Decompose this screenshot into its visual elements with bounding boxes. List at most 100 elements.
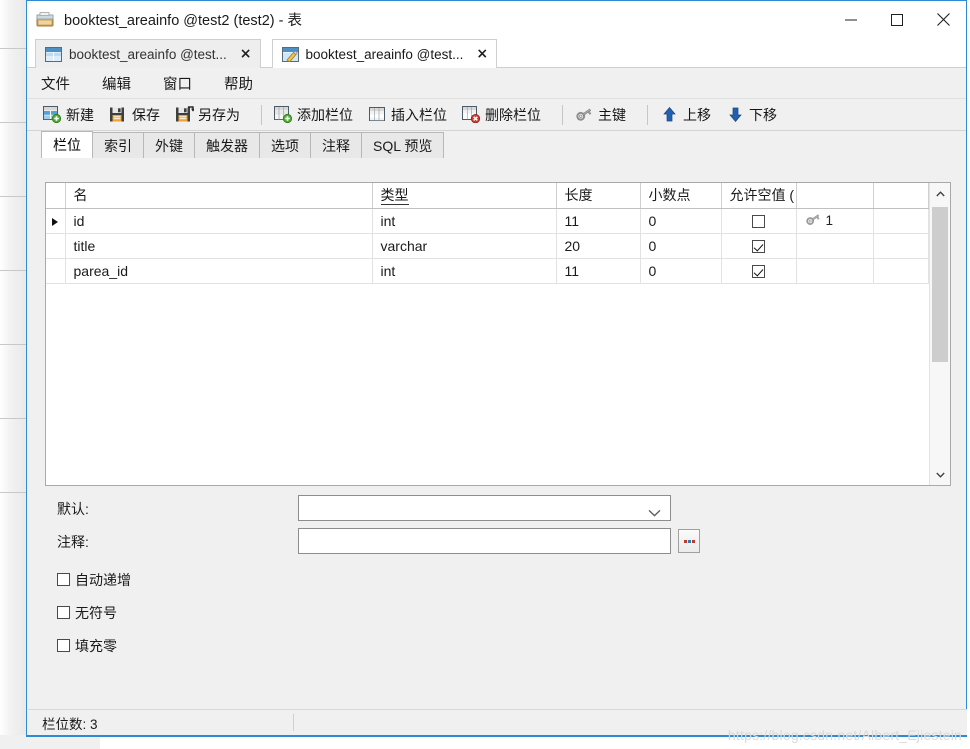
toolbar-label: 新建 xyxy=(66,106,94,123)
toolbar-move-down-button[interactable]: 下移 xyxy=(726,102,784,128)
cell-key[interactable] xyxy=(796,233,874,259)
menu-item-window[interactable]: 窗口 xyxy=(163,70,205,97)
row-selector[interactable] xyxy=(46,208,66,234)
table-design-icon xyxy=(281,46,299,62)
toolbar-label: 上移 xyxy=(683,106,711,123)
close-icon[interactable]: × xyxy=(476,47,488,61)
scroll-down-button[interactable] xyxy=(930,464,950,485)
toolbar-label: 删除栏位 xyxy=(485,106,541,123)
tab-options[interactable]: 选项 xyxy=(259,132,311,158)
unsigned-row[interactable]: 无符号 xyxy=(27,596,968,629)
grid-header-length[interactable]: 长度 xyxy=(556,183,641,209)
toolbar: 新建 保存 另存为 添加栏位 插入栏位 删除栏位 主键 上移 下移 xyxy=(27,99,966,131)
tab-indexes[interactable]: 索引 xyxy=(92,132,144,158)
tab-sql-preview[interactable]: SQL 预览 xyxy=(361,132,445,158)
toolbar-primary-key-button[interactable]: 主键 xyxy=(575,102,633,128)
minimize-button[interactable] xyxy=(828,1,874,38)
menu-item-file[interactable]: 文件 xyxy=(41,70,83,97)
toolbar-label: 主键 xyxy=(598,106,626,123)
toolbar-new-button[interactable]: 新建 xyxy=(43,102,101,128)
comment-input[interactable] xyxy=(298,528,671,554)
toolbar-save-button[interactable]: 保存 xyxy=(109,102,167,128)
close-button[interactable] xyxy=(920,1,966,38)
nullable-checkbox[interactable] xyxy=(752,265,765,279)
default-value-combobox[interactable] xyxy=(298,495,671,521)
toolbar-move-up-button[interactable]: 上移 xyxy=(660,102,718,128)
cell-name[interactable]: parea_id xyxy=(65,258,373,284)
grid-header-type[interactable]: 类型 xyxy=(372,183,557,209)
cell-nullable[interactable] xyxy=(721,208,797,234)
toolbar-add-field-button[interactable]: 添加栏位 xyxy=(274,102,360,128)
row-selector[interactable] xyxy=(46,233,66,259)
nullable-checkbox[interactable] xyxy=(752,240,765,254)
document-tab-data[interactable]: booktest_areainfo @test... × xyxy=(35,39,261,68)
zerofill-checkbox[interactable] xyxy=(57,639,70,652)
toolbar-insert-field-button[interactable]: 插入栏位 xyxy=(368,102,454,128)
grid-header-nullable[interactable]: 允许空值 ( xyxy=(721,183,797,209)
menu-item-edit[interactable]: 编辑 xyxy=(102,70,144,97)
field-count-status: 栏位数: 3 xyxy=(42,716,98,732)
cell-length[interactable]: 20 xyxy=(556,233,641,259)
grid-header-label: 长度 xyxy=(564,187,593,204)
grid-header-name[interactable]: 名 xyxy=(65,183,373,209)
toolbar-delete-field-button[interactable]: 删除栏位 xyxy=(462,102,548,128)
auto-increment-checkbox[interactable] xyxy=(57,573,70,586)
background-window-left-edge[interactable] xyxy=(0,0,27,735)
key-order-label: 1 xyxy=(825,213,834,228)
tab-foreign-keys[interactable]: 外键 xyxy=(143,132,195,158)
cell-decimals[interactable]: 0 xyxy=(640,208,722,234)
add-field-icon xyxy=(274,106,293,124)
primary-key-icon xyxy=(575,106,594,123)
table-row[interactable]: parea_id int 11 0 xyxy=(46,258,929,284)
cell-type[interactable]: int xyxy=(372,258,557,284)
maximize-button[interactable] xyxy=(874,1,920,38)
document-tab-design[interactable]: booktest_areainfo @test... × xyxy=(271,39,498,68)
cell-key[interactable] xyxy=(796,258,874,284)
tab-triggers[interactable]: 触发器 xyxy=(194,132,260,158)
cell-decimals[interactable]: 0 xyxy=(640,233,722,259)
toolbar-separator xyxy=(647,104,648,125)
delete-field-icon xyxy=(462,106,481,124)
save-icon xyxy=(109,106,128,123)
menu-item-help[interactable]: 帮助 xyxy=(224,70,266,97)
auto-increment-row[interactable]: 自动递增 xyxy=(27,563,968,596)
background-window-bottom-edge xyxy=(0,735,101,749)
grid-header-decimals[interactable]: 小数点 xyxy=(640,183,722,209)
zerofill-row[interactable]: 填充零 xyxy=(27,629,968,662)
insert-field-icon xyxy=(368,106,387,123)
toolbar-save-as-button[interactable]: 另存为 xyxy=(175,102,247,128)
row-selector[interactable] xyxy=(46,258,66,284)
cell-name[interactable]: title xyxy=(65,233,373,259)
window-title: booktest_areainfo @test2 (test2) - 表 xyxy=(64,13,302,29)
nullable-checkbox[interactable] xyxy=(752,215,765,229)
cell-decimals[interactable]: 0 xyxy=(640,258,722,284)
table-row[interactable]: title varchar 20 0 xyxy=(46,233,929,259)
cell-nullable[interactable] xyxy=(721,233,797,259)
cell-name[interactable]: id xyxy=(65,208,373,234)
unsigned-checkbox[interactable] xyxy=(57,606,70,619)
grid-header-key[interactable] xyxy=(796,183,874,209)
title-bar[interactable]: booktest_areainfo @test2 (test2) - 表 xyxy=(27,0,966,38)
grid-vertical-scrollbar[interactable] xyxy=(929,183,950,485)
scrollbar-thumb[interactable] xyxy=(932,207,948,362)
table-designer-window: booktest_areainfo @test2 (test2) - 表 boo… xyxy=(26,0,967,737)
toolbar-separator xyxy=(261,104,262,125)
cell-filler xyxy=(873,258,929,284)
comment-label: 注释: xyxy=(57,534,89,550)
cell-length[interactable]: 11 xyxy=(556,208,641,234)
scroll-up-button[interactable] xyxy=(930,183,950,204)
cell-nullable[interactable] xyxy=(721,258,797,284)
toolbar-separator xyxy=(562,104,563,125)
default-value-row: 默认: xyxy=(27,492,968,523)
cell-type[interactable]: int xyxy=(372,208,557,234)
cell-type[interactable]: varchar xyxy=(372,233,557,259)
cell-key[interactable]: 1 xyxy=(796,208,874,234)
table-row[interactable]: id int 11 0 1 xyxy=(46,208,929,234)
cell-length[interactable]: 11 xyxy=(556,258,641,284)
comment-ellipsis-button[interactable] xyxy=(678,529,700,553)
table-data-icon xyxy=(45,46,62,62)
tab-fields[interactable]: 栏位 xyxy=(41,131,93,158)
tab-comment[interactable]: 注释 xyxy=(310,132,362,158)
close-icon[interactable]: × xyxy=(240,47,252,61)
grid-header-row: 名 类型 长度 小数点 允许空值 ( xyxy=(46,183,929,209)
